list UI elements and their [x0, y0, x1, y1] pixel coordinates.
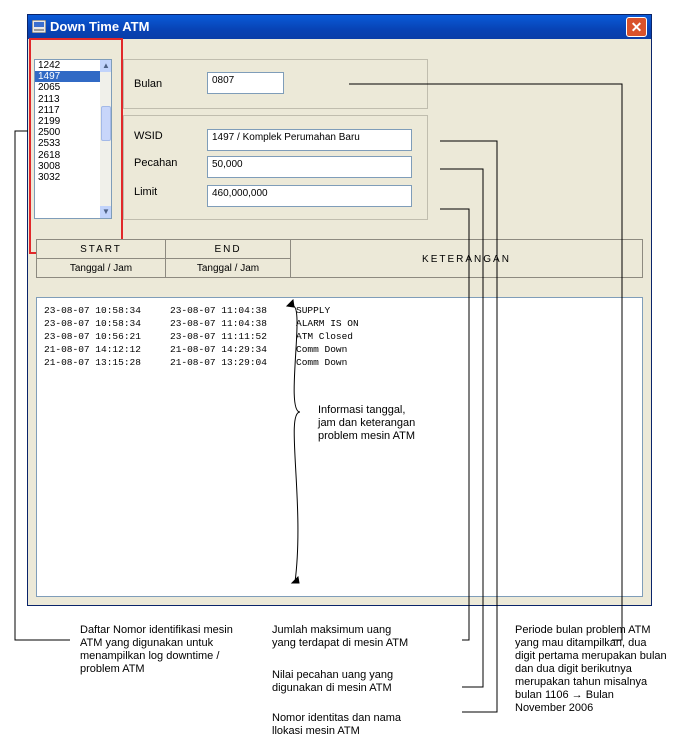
annotation-daftar-line: problem ATM — [80, 663, 145, 675]
annotation-periode-line: digit pertama merupakan bulan — [515, 650, 667, 662]
annotation-periode-line: Periode bulan problem ATM — [515, 624, 651, 636]
annotation-info-line: Informasi tanggal, — [318, 404, 406, 416]
annotation-periode-line: November 2006 — [515, 702, 594, 714]
callout-line-nilai — [440, 168, 484, 688]
annotation-periode-line: bulan 1106 → Bulan — [515, 689, 614, 701]
annotation-daftar-line: Daftar Nomor identifikasi mesin — [80, 624, 233, 636]
annotation-info: Informasi tanggal, jam dan keterangan pr… — [318, 404, 415, 443]
callout-brace-info — [292, 305, 301, 583]
annotation-nomor-line: Nomor identitas dan nama — [272, 712, 402, 724]
callout-arrow-info-top — [285, 298, 295, 308]
annotation-jumlah-line: Jumlah maksimum uang — [272, 624, 392, 636]
annotation-daftar-line: menampilkan log downtime / — [80, 650, 220, 662]
annotation-periode-line: yang mau ditampilkan, dua — [515, 637, 647, 649]
annotation-jumlah-line: yang terdapat di mesin ATM — [272, 637, 409, 649]
annotation-periode-line: dan dua digit berikutnya — [515, 663, 632, 675]
annotation-nilai-line: Nilai pecahan uang yang — [272, 669, 394, 681]
annotation-nomor-line: llokasi mesin ATM — [272, 725, 360, 737]
annotation-periode: Periode bulan problem ATM yang mau ditam… — [515, 624, 683, 715]
callout-line-daftar — [14, 130, 70, 641]
annotation-info-line: jam dan keterangan — [318, 417, 416, 429]
annotation-periode-line: merupakan tahun misalnya — [515, 676, 648, 688]
annotation-daftar: Daftar Nomor identifikasi mesin ATM yang… — [80, 624, 233, 676]
annotation-nilai-line: digunakan di mesin ATM — [272, 682, 392, 694]
callout-line-periode — [349, 83, 623, 641]
annotation-daftar-line: ATM yang digunakan untuk — [80, 637, 214, 649]
annotation-nomor: Nomor identitas dan nama llokasi mesin A… — [272, 712, 401, 738]
annotation-info-line: problem mesin ATM — [318, 430, 415, 442]
annotation-jumlah: Jumlah maksimum uang yang terdapat di me… — [272, 624, 408, 650]
callout-line-jumlah — [440, 208, 470, 641]
annotation-nilai: Nilai pecahan uang yang digunakan di mes… — [272, 669, 393, 695]
